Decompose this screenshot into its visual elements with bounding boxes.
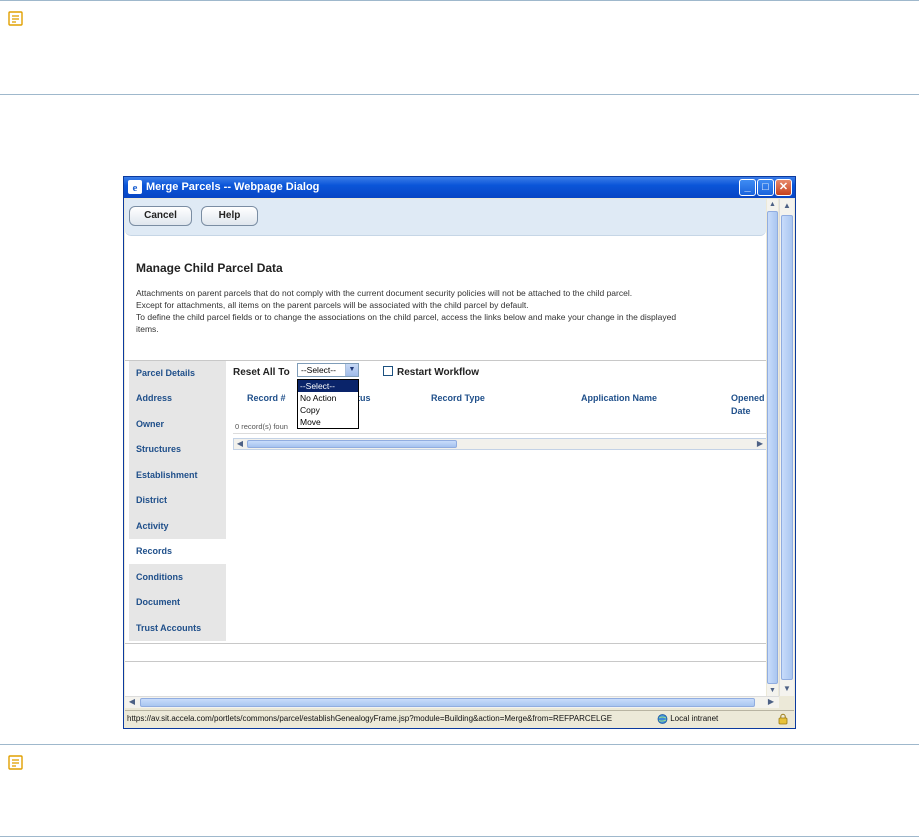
sidebar-item-structures[interactable]: Structures (129, 437, 226, 462)
dialog-title: Merge Parcels -- Webpage Dialog (146, 181, 320, 193)
action-toolbar: Cancel Help (125, 199, 766, 236)
merge-parcels-dialog: e Merge Parcels -- Webpage Dialog _ □ ✕ … (123, 176, 796, 729)
security-zone-label: Local intranet (670, 714, 719, 724)
restart-workflow-label: Restart Workflow (397, 367, 480, 378)
option-select[interactable]: --Select-- (298, 380, 358, 392)
note-icon (8, 755, 23, 770)
restart-workflow-checkbox[interactable] (383, 366, 393, 376)
status-bar: https://av.sit.accela.com/portlets/commo… (125, 710, 794, 727)
description-line: items. (136, 324, 159, 334)
sidebar-nav: Parcel Details Address Owner Structures … (129, 361, 226, 641)
scroll-right-icon[interactable]: ▶ (765, 697, 777, 707)
window-vertical-scrollbar[interactable]: ▲ ▼ (779, 199, 794, 696)
option-move[interactable]: Move (298, 416, 358, 428)
note-panel-bottom (0, 744, 919, 837)
scroll-thumb[interactable] (247, 440, 457, 448)
sidebar-item-document[interactable]: Document (129, 590, 226, 615)
scroll-left-icon[interactable]: ◀ (234, 439, 246, 449)
column-application-name[interactable]: Application Name (581, 393, 657, 403)
reset-all-options-list: --Select-- No Action Copy Move (297, 379, 359, 429)
minimize-button[interactable]: _ (739, 179, 756, 196)
reset-all-select[interactable]: --Select-- ▼ (297, 363, 359, 377)
lock-icon (778, 713, 788, 725)
option-no-action[interactable]: No Action (298, 392, 358, 404)
column-record-number[interactable]: Record # (247, 393, 286, 403)
description-line: Except for attachments, all items on the… (136, 300, 529, 310)
sidebar-item-parcel-details[interactable]: Parcel Details (129, 361, 226, 386)
sidebar-item-district[interactable]: District (129, 488, 226, 513)
reset-all-label: Reset All To (233, 367, 290, 378)
internet-explorer-icon: e (128, 180, 142, 194)
column-opened[interactable]: Opened (731, 393, 765, 403)
sidebar-item-activity[interactable]: Activity (129, 514, 226, 539)
status-url: https://av.sit.accela.com/portlets/commo… (127, 714, 613, 723)
chevron-down-icon[interactable]: ▼ (345, 364, 358, 376)
scroll-down-icon[interactable]: ▼ (767, 685, 778, 696)
description-line: Attachments on parent parcels that do no… (136, 288, 633, 298)
page-description: Attachments on parent parcels that do no… (136, 287, 766, 335)
scroll-down-icon[interactable]: ▼ (781, 682, 793, 696)
security-zone: Local intranet (657, 714, 718, 724)
divider (125, 643, 766, 644)
globe-icon (657, 714, 668, 724)
svg-text:e: e (133, 182, 138, 194)
note-panel-top (0, 0, 919, 95)
select-value: --Select-- (301, 365, 336, 375)
page-title: Manage Child Parcel Data (136, 261, 283, 275)
column-date: Date (731, 406, 751, 416)
scroll-up-icon[interactable]: ▲ (781, 199, 793, 213)
grid-divider (233, 433, 766, 434)
close-button[interactable]: ✕ (775, 179, 792, 196)
scroll-thumb[interactable] (767, 211, 778, 684)
scroll-right-icon[interactable]: ▶ (754, 439, 766, 449)
note-icon (8, 11, 23, 26)
option-copy[interactable]: Copy (298, 404, 358, 416)
dialog-title-bar[interactable]: e Merge Parcels -- Webpage Dialog _ □ ✕ (124, 177, 795, 198)
divider (125, 661, 766, 662)
scroll-thumb[interactable] (140, 698, 755, 707)
column-record-type[interactable]: Record Type (431, 393, 485, 403)
sidebar-item-establishment[interactable]: Establishment (129, 463, 226, 488)
empty-records-message: 0 record(s) foun (235, 422, 288, 431)
sidebar-item-conditions[interactable]: Conditions (129, 565, 226, 590)
sidebar-item-records[interactable]: Records (129, 539, 226, 564)
scroll-thumb[interactable] (781, 215, 793, 680)
sidebar-item-owner[interactable]: Owner (129, 412, 226, 437)
scroll-left-icon[interactable]: ◀ (126, 697, 138, 707)
maximize-button[interactable]: □ (757, 179, 774, 196)
content-vertical-scrollbar[interactable]: ▲ ▼ (767, 199, 778, 696)
help-button[interactable]: Help (201, 206, 258, 226)
sidebar-item-trust-accounts[interactable]: Trust Accounts (129, 616, 226, 641)
grid-horizontal-scrollbar[interactable]: ◀ ▶ (233, 438, 766, 450)
description-line: To define the child parcel fields or to … (136, 312, 677, 322)
dialog-content: Cancel Help Manage Child Parcel Data Att… (125, 199, 766, 696)
scroll-up-icon[interactable]: ▲ (767, 199, 778, 210)
column-status[interactable]: tus (357, 393, 371, 403)
cancel-button[interactable]: Cancel (129, 206, 192, 226)
sidebar-item-address[interactable]: Address (129, 386, 226, 411)
window-horizontal-scrollbar[interactable]: ◀ ▶ (125, 696, 779, 708)
